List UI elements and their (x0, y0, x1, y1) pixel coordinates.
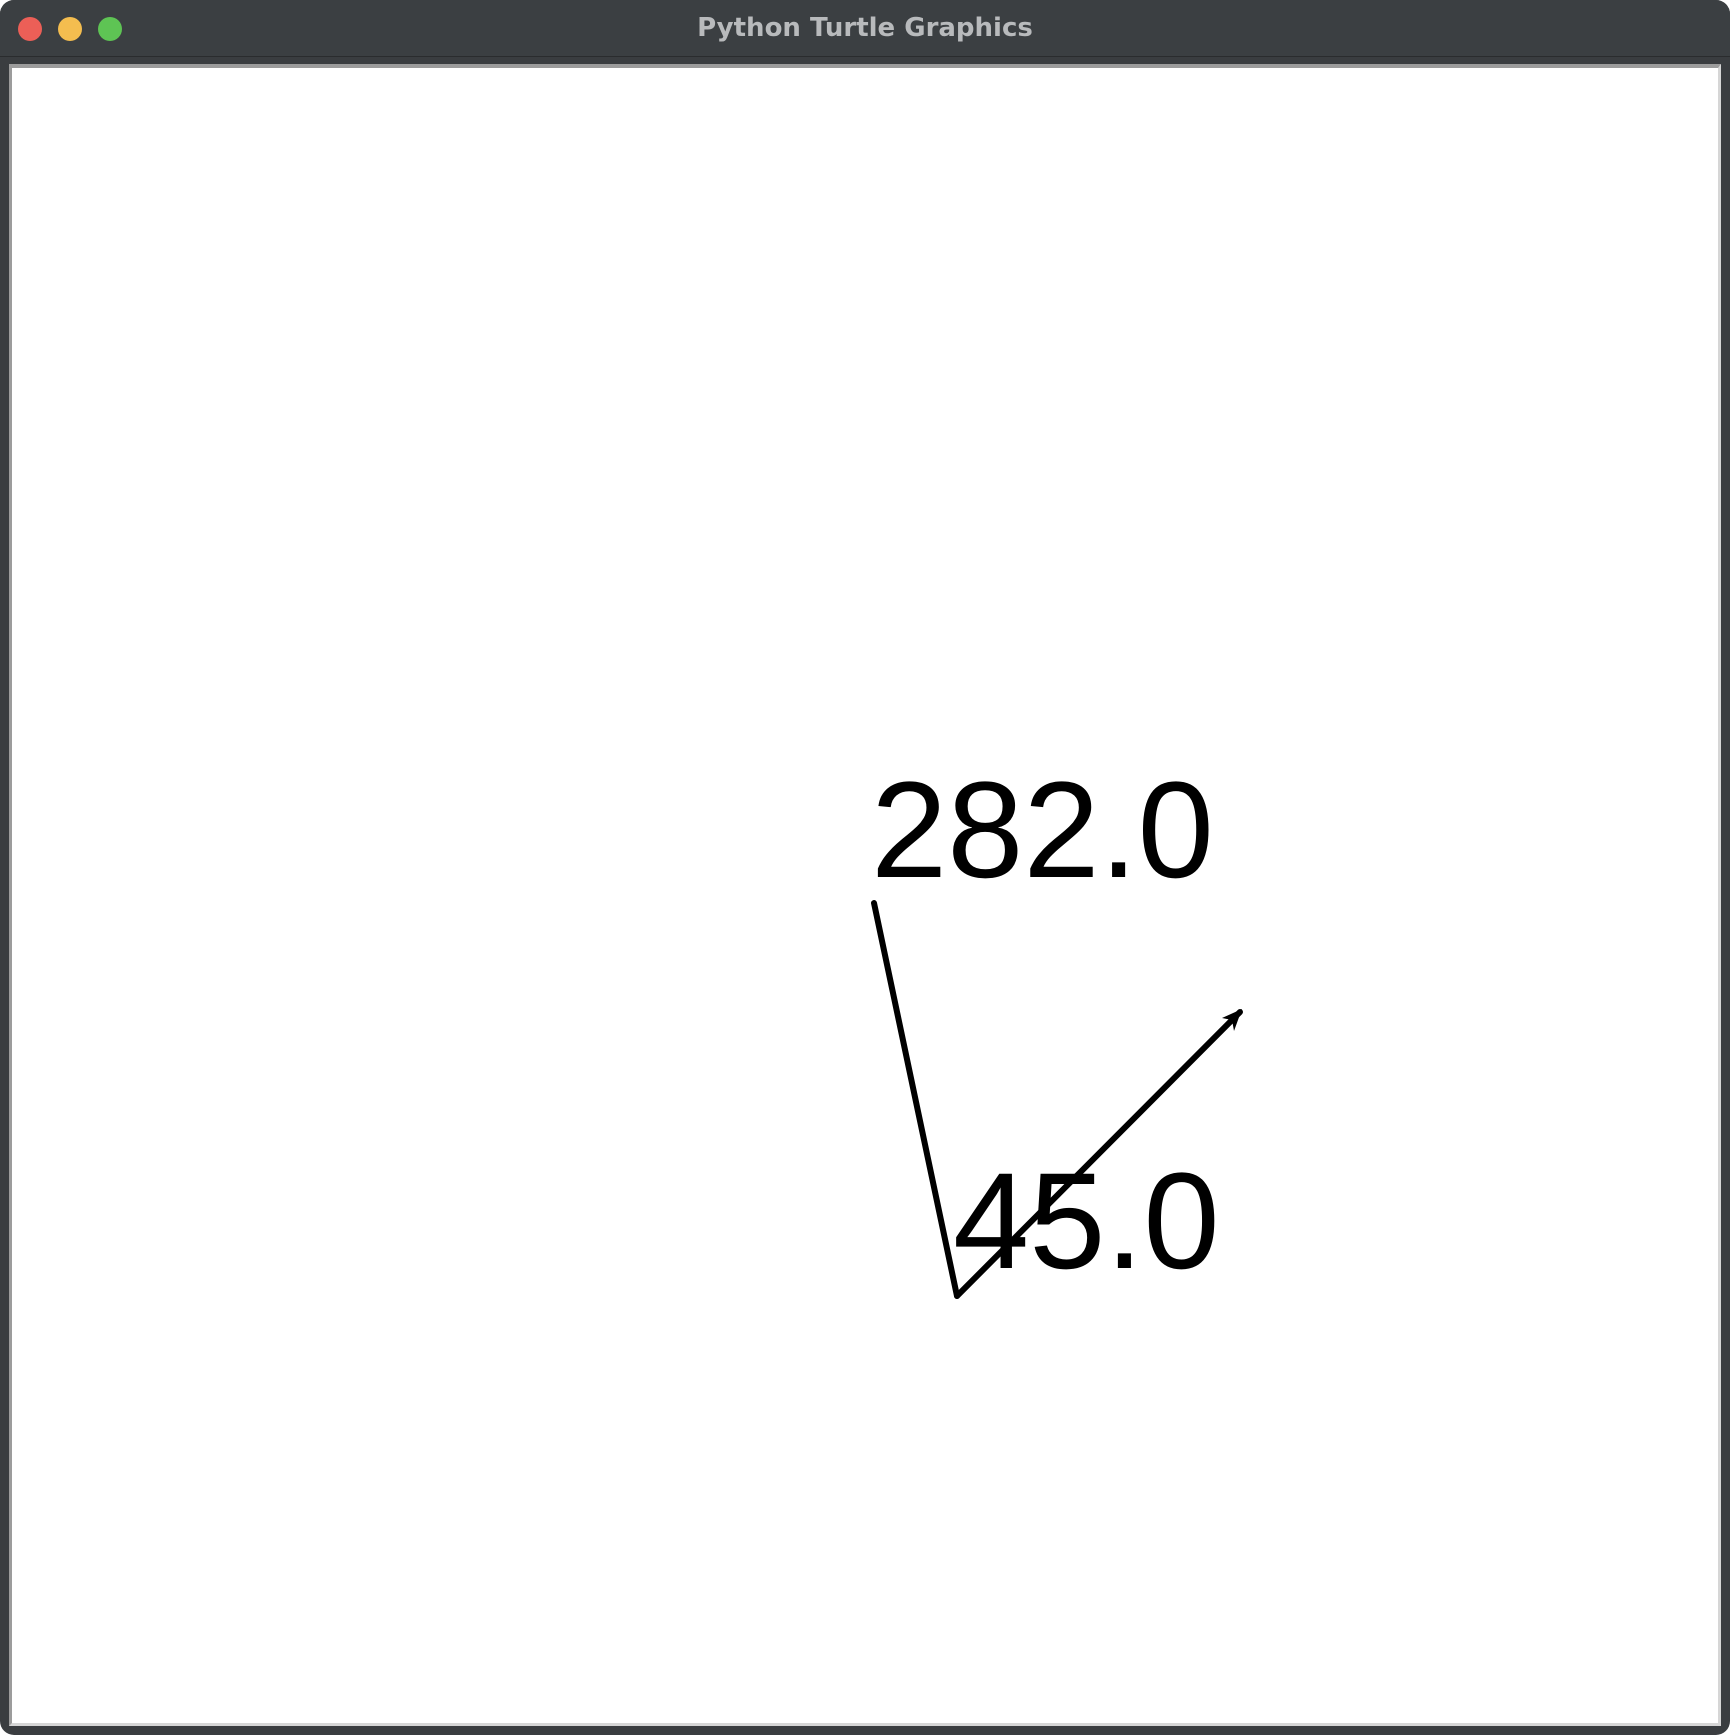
turtle-window: Python Turtle Graphics 282.0 45.0 (0, 0, 1730, 1735)
heading-label-1: 282.0 (871, 754, 1214, 907)
drawing-layer: 282.0 45.0 (871, 754, 1243, 1299)
heading-label-2: 45.0 (953, 1145, 1220, 1298)
path-segment-1 (871, 900, 960, 1299)
